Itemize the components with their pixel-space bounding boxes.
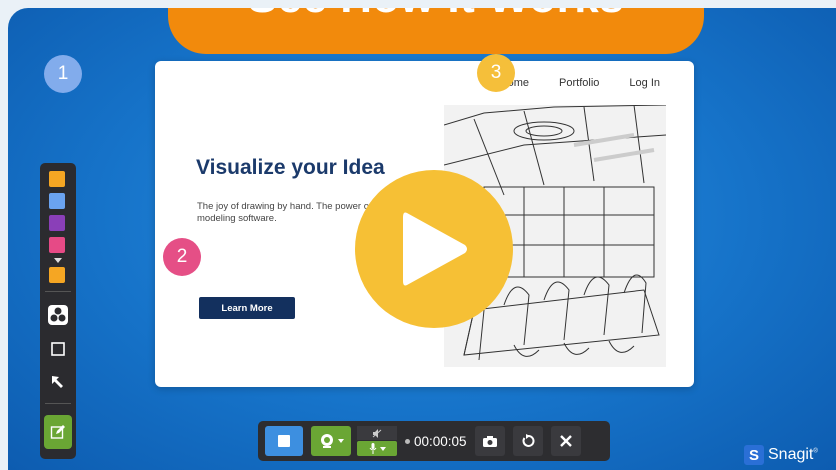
annotation-toolbar — [40, 163, 76, 459]
mockup-headline: Visualize your Idea — [196, 156, 385, 179]
stop-icon — [278, 435, 290, 447]
recording-timer: 00:00:05 — [405, 434, 467, 449]
timer-value: 00:00:05 — [414, 433, 467, 449]
banner-title: See How It Works — [248, 8, 624, 20]
color-swatch-pink[interactable] — [49, 237, 65, 253]
step-1-badge: 1 — [44, 55, 82, 93]
step-3-badge: 3 — [477, 54, 515, 92]
microphone-button[interactable] — [357, 441, 397, 456]
microphone-icon — [369, 443, 376, 454]
play-button[interactable] — [355, 170, 513, 328]
step-2-badge: 2 — [163, 238, 201, 276]
chevron-down-icon — [337, 439, 344, 443]
audio-controls — [357, 426, 397, 456]
screenshot-icon — [482, 435, 497, 447]
system-audio-button[interactable] — [357, 426, 397, 440]
close-button[interactable] — [550, 426, 581, 456]
steps-icon[interactable] — [40, 303, 76, 327]
arrow-icon[interactable] — [40, 371, 76, 393]
stop-button[interactable] — [265, 426, 303, 456]
close-icon — [559, 435, 572, 447]
webcam-icon — [320, 434, 333, 448]
color-swatch-selected[interactable] — [49, 267, 65, 283]
toolbar-divider — [45, 291, 71, 292]
nav-login[interactable]: Log In — [629, 77, 660, 89]
restart-button[interactable] — [512, 426, 543, 456]
snagit-brand: S Snagit® — [744, 445, 818, 465]
toolbar-divider-2 — [45, 403, 71, 404]
nav-portfolio[interactable]: Portfolio — [559, 77, 599, 89]
recording-controls: 00:00:05 — [258, 421, 610, 461]
recording-dot — [405, 438, 410, 444]
mockup-nav: Home Portfolio Log In — [500, 77, 660, 89]
rectangle-icon[interactable] — [40, 339, 76, 359]
learn-more-button[interactable]: Learn More — [199, 297, 295, 319]
system-audio-icon — [372, 428, 382, 438]
brand-name: Snagit® — [768, 446, 818, 463]
banner: See How It Works — [168, 8, 704, 54]
snagit-logo-icon: S — [744, 445, 764, 465]
play-icon — [403, 212, 467, 286]
webcam-button[interactable] — [311, 426, 351, 456]
color-swatch-purple[interactable] — [49, 215, 65, 231]
restart-icon — [522, 434, 535, 447]
video-frame: See How It Works Home Portfolio Log In V… — [8, 8, 836, 470]
color-swatch-orange[interactable] — [49, 171, 65, 187]
chevron-down-icon[interactable] — [40, 256, 76, 264]
chevron-down-icon — [379, 446, 386, 451]
color-swatch-blue[interactable] — [49, 193, 65, 209]
edit-icon[interactable] — [44, 415, 72, 449]
screenshot-button[interactable] — [474, 426, 505, 456]
